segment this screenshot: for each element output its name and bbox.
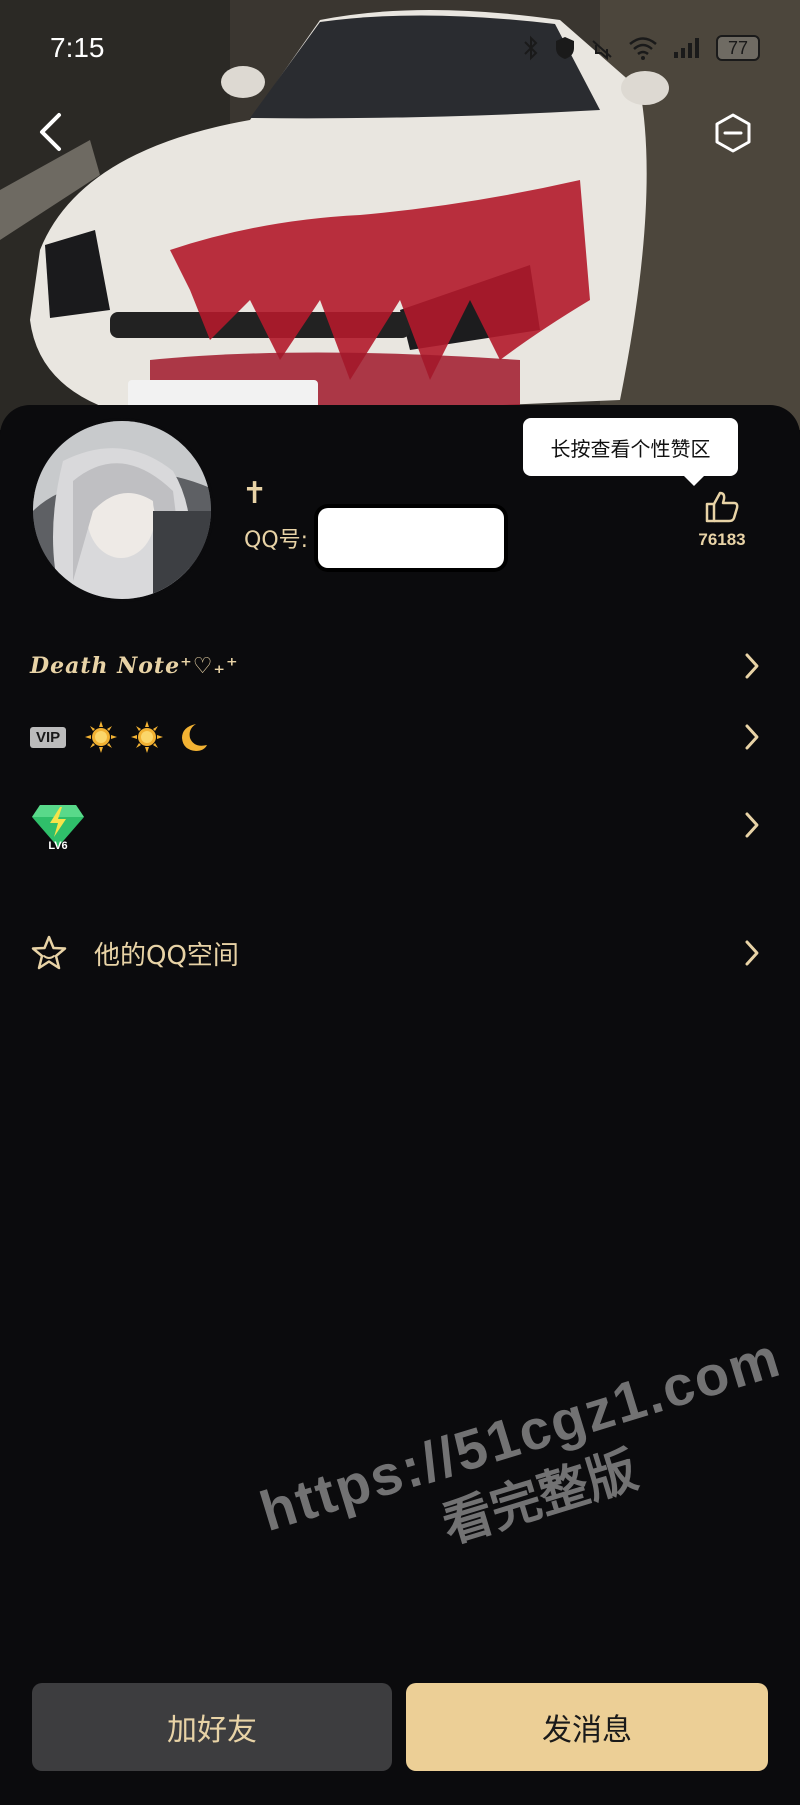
thumbs-up-icon [705,491,739,523]
sun-icon [131,721,164,753]
qzone-label: 他的QQ空间 [94,940,239,971]
level-diamond-icon: LV6 [32,805,84,851]
level-row[interactable]: LV6 [0,789,800,861]
chevron-right-icon [745,653,759,679]
back-button[interactable] [22,104,78,160]
qq-number-redaction [318,508,504,568]
status-icons: 77 [522,32,760,64]
like-tooltip: 长按查看个性赞区 [523,418,738,486]
like-count: 76183 [698,530,746,549]
star-icon [31,935,67,970]
chevron-left-icon [40,113,61,151]
moon-icon [182,724,208,751]
sun-icon [85,721,118,753]
status-time: 7:15 [50,32,105,63]
vip-row[interactable]: VIP [0,701,800,773]
level-label: LV6 [48,840,67,851]
mute-icon [592,40,612,61]
avatar-image [33,421,211,599]
qzone-row[interactable]: 他的QQ空间 [0,917,800,989]
signature-row[interactable]: Death Note⁺♡₊⁺ [0,630,800,702]
chevron-right-icon [745,940,759,966]
qq-number-label: QQ号: [244,528,309,553]
like-button[interactable]: 76183 [690,490,754,550]
send-message-button[interactable]: 发消息 [406,1683,768,1771]
more-button[interactable] [712,112,754,154]
signal-icon [674,38,699,58]
add-friend-button[interactable]: 加好友 [32,1683,392,1771]
vip-badge: VIP [30,726,67,748]
avatar[interactable] [30,418,214,602]
status-bar: 7:15 77 [0,28,800,68]
shield-icon [556,37,574,59]
wifi-icon [629,37,657,60]
minus-circle-icon [715,113,751,153]
bluetooth-icon [524,35,538,61]
nickname: ✝ [242,476,268,511]
chevron-right-icon [745,724,759,750]
battery-icon: 77 [716,35,760,61]
chevron-right-icon [745,812,759,838]
profile-panel [0,405,800,1805]
signature-text: Death Note⁺♡₊⁺ [30,653,239,679]
